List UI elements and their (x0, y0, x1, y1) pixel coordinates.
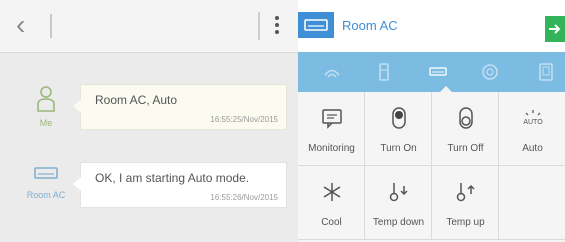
control-monitoring[interactable]: Monitoring (298, 92, 365, 166)
tablet-icon[interactable] (536, 62, 556, 82)
toolbar-separator (0, 52, 298, 53)
device-panel: Room AC Monitoring Turn On Turn Off AUTO… (298, 0, 565, 242)
fridge-icon[interactable] (374, 62, 394, 82)
send-button[interactable] (545, 16, 565, 42)
control-label: Temp down (372, 217, 425, 228)
control-temp-down[interactable]: Temp down (365, 166, 432, 240)
back-icon[interactable]: ‹ (16, 10, 42, 40)
arrow-right-icon (549, 24, 561, 34)
chat-panel: ‹ Me Room AC, Auto 16:55:25/Nov/2015 Roo… (0, 0, 298, 242)
power-on-icon (392, 107, 406, 129)
control-label: Turn Off (447, 143, 484, 154)
message-time: 16:55:26/Nov/2015 (210, 193, 278, 202)
chat-toolbar: ‹ (0, 0, 298, 52)
control-label: Auto (522, 143, 543, 154)
avatar-label: Room AC (26, 190, 66, 200)
avatar-room-ac: Room AC (26, 160, 66, 210)
control-auto[interactable]: AUTO Auto (499, 92, 565, 166)
message-time: 16:55:25/Nov/2015 (210, 115, 278, 124)
message-bubble: OK, I am starting Auto mode. 16:55:26/No… (73, 162, 287, 208)
avatar-label: Me (39, 118, 53, 128)
message-text: Room AC, Auto (95, 93, 178, 107)
device-tab-strip (298, 52, 565, 92)
device-icon (298, 12, 334, 38)
avatar-me: Me (26, 84, 66, 130)
control-label: Turn On (380, 143, 417, 154)
monitor-icon (322, 109, 342, 129)
control-cool[interactable]: Cool (298, 166, 365, 240)
control-label: Monitoring (308, 143, 355, 154)
wifi-icon[interactable] (322, 62, 342, 82)
control-label: Temp up (446, 217, 485, 228)
air-conditioner-icon (34, 167, 58, 179)
control-label: Cool (321, 217, 342, 228)
person-icon (37, 86, 55, 112)
device-title: Room AC (342, 18, 398, 33)
more-menu-button[interactable] (265, 14, 289, 38)
control-temp-up[interactable]: Temp up (432, 166, 499, 240)
device-header: Room AC (298, 0, 565, 52)
empty-cell (499, 166, 565, 240)
toolbar-divider (50, 14, 52, 38)
message-bubble: Room AC, Auto 16:55:25/Nov/2015 (73, 84, 287, 130)
auto-mode-icon: AUTO (523, 110, 543, 126)
more-vert-icon (274, 16, 280, 38)
control-grid: Monitoring Turn On Turn Off AUTO Auto Co… (298, 92, 565, 242)
temp-up-icon (456, 183, 475, 202)
power-off-icon (459, 107, 473, 129)
message-text: OK, I am starting Auto mode. (95, 171, 250, 185)
toolbar-divider (258, 12, 260, 40)
snowflake-icon (323, 183, 341, 201)
svg-text:AUTO: AUTO (523, 119, 543, 126)
control-turn-on[interactable]: Turn On (365, 92, 432, 166)
washer-icon[interactable] (480, 62, 500, 82)
control-turn-off[interactable]: Turn Off (432, 92, 499, 166)
air-conditioner-icon[interactable] (428, 62, 448, 82)
temp-down-icon (389, 183, 408, 202)
